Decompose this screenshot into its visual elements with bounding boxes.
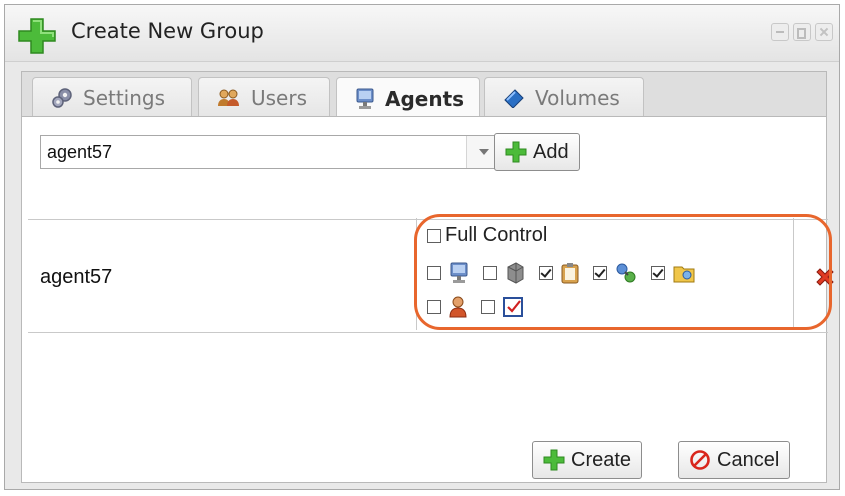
permission-checkbox[interactable] [427,300,441,314]
permission-checkbox[interactable] [427,266,441,280]
permission-network [593,262,637,284]
gear-icon [52,87,72,108]
agent-name: agent57 [40,266,113,288]
full-control-checkbox[interactable] [427,228,441,243]
permission-checkbox[interactable] [481,300,495,314]
permissions-panel: Full Control [416,218,794,330]
permission-line [427,296,537,318]
clipboard-icon [561,263,579,284]
add-button-label: Add [533,140,569,163]
permission-user [427,296,467,318]
permission-computer [427,262,469,284]
tab-panel: Settings Users Agents Volumes agent57 Ad… [21,71,834,483]
cancel-button-label: Cancel [717,448,780,471]
tab-volumes[interactable]: Volumes [484,77,644,117]
permission-folder [651,262,697,284]
permission-checklist [481,296,523,318]
minimize-icon [776,31,784,33]
tab-agents[interactable]: Agents [336,77,480,119]
plus-icon [505,141,527,163]
maximize-icon [797,28,806,39]
tab-label: Users [251,85,308,110]
users-icon [218,89,239,106]
permission-line [427,262,711,284]
dialog-title: Create New Group [71,19,264,43]
agent-select-input[interactable] [41,136,467,168]
tab-label: Settings [83,85,166,110]
close-button[interactable] [815,23,833,41]
permission-server [483,262,525,284]
permission-checkbox[interactable] [593,266,607,280]
tab-strip: Settings Users Agents Volumes [21,71,827,119]
maximize-button[interactable] [793,23,811,41]
folder-icon [673,266,695,283]
server-icon [507,262,524,284]
full-control-option[interactable]: Full Control [427,224,547,247]
cancel-button[interactable]: Cancel [678,441,791,479]
agents-tab-content: Add agent57 Full Control [21,116,834,483]
tab-users[interactable]: Users [198,77,330,117]
volume-icon [504,88,524,108]
permission-clipboard [539,262,579,284]
permission-checkbox[interactable] [483,266,497,280]
checklist-icon [503,297,523,317]
permission-checkbox[interactable] [651,266,665,280]
plus-icon [543,449,565,471]
computer-icon [356,88,374,109]
delete-icon[interactable] [814,266,836,288]
create-button-label: Create [571,448,632,471]
tab-label: Volumes [535,85,620,110]
agent-select[interactable] [40,135,502,169]
title-bar: Create New Group [5,5,839,62]
add-group-icon [18,18,56,54]
create-button[interactable]: Create [532,441,643,479]
tab-label: Agents [385,86,465,111]
full-control-label: Full Control [445,224,548,246]
create-group-dialog: Create New Group Settings Users Agents V… [4,4,840,490]
add-agent-button[interactable]: Add [494,133,580,171]
cancel-icon [690,450,710,470]
agent-row: agent57 Full Control [28,214,834,333]
window-controls [771,23,833,41]
permission-checkbox[interactable] [539,266,553,280]
computer-icon [450,262,468,283]
minimize-button[interactable] [771,23,789,41]
user-icon [449,296,467,318]
network-icon [616,263,636,283]
tab-settings[interactable]: Settings [32,77,192,117]
